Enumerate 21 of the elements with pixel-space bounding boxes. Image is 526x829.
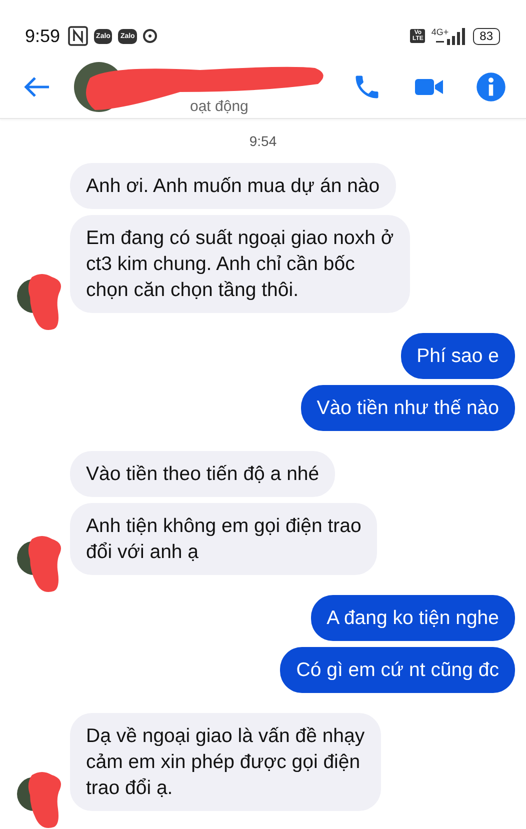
network-type: 4G+	[431, 27, 449, 37]
message-bubble: Dạ về ngoại giao là vấn đề nhạy cảm em xin phép được gọi điện trao đổi ạ.	[70, 713, 381, 811]
message-timestamp: 9:54	[248, 133, 278, 149]
message-bubble: Phí sao e	[400, 333, 515, 379]
message-bubble: Anh tiện không em gọi điện trao đổi với anh ạ	[70, 503, 378, 575]
nfc-icon	[68, 26, 88, 46]
redaction-mark	[28, 274, 61, 330]
redaction-mark	[28, 536, 61, 592]
message-bubble: Anh ơi. Anh muốn mua dự án nào	[70, 163, 396, 209]
battery-level: 83	[472, 28, 500, 44]
active-status: oạt động	[190, 98, 248, 114]
back-icon[interactable]	[22, 75, 52, 99]
info-icon[interactable]	[476, 72, 506, 102]
message-bubble: Có gì em cứ nt cũng đc	[280, 647, 515, 693]
clock-time: 9:59	[25, 26, 60, 46]
disc-icon	[142, 28, 159, 44]
redaction-mark	[28, 772, 61, 828]
message-bubble: Em đang có suất ngoại giao noxh ở ct3 kim chung. Anh chỉ cần bốc chọn căn chọn tầng thôi.	[70, 215, 410, 313]
message-bubble: Vào tiền như thế nào	[300, 385, 515, 431]
message-bubble: A đang ko tiện nghe	[310, 595, 515, 641]
message-bubble: Vào tiền theo tiến độ a nhé	[70, 451, 336, 497]
